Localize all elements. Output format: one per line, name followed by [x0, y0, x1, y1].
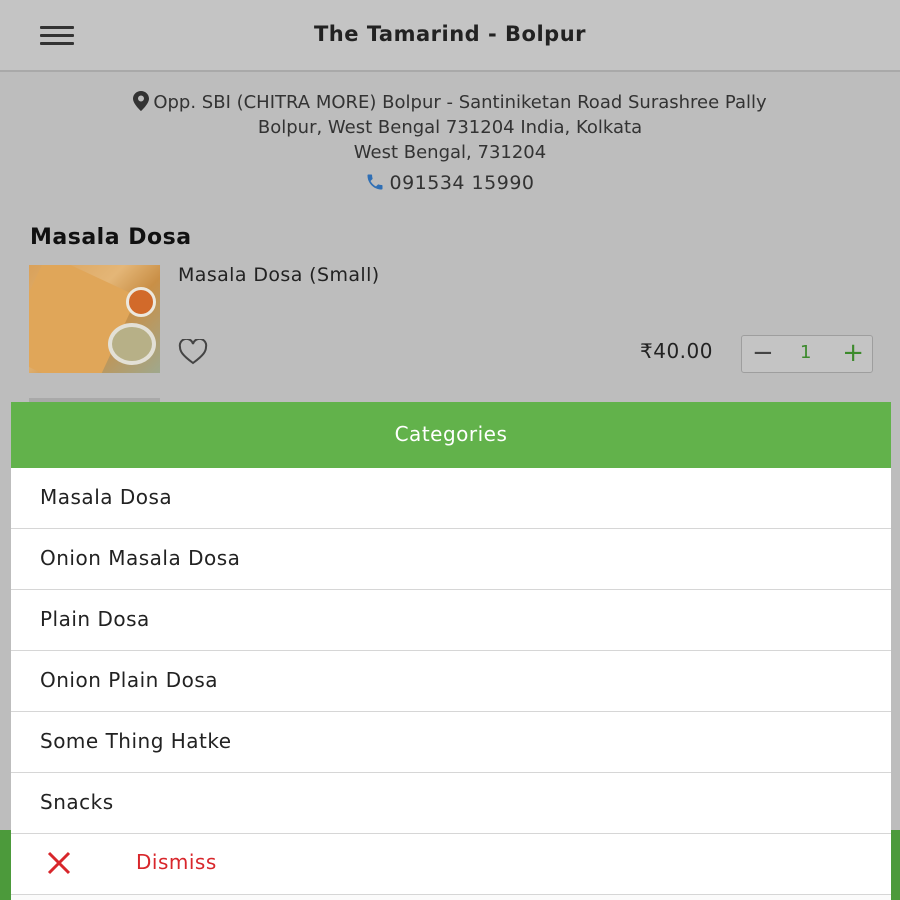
category-item-onion-plain-dosa[interactable]: Onion Plain Dosa [11, 651, 891, 712]
quantity-stepper: − 1 + [741, 335, 873, 373]
category-item-onion-masala-dosa[interactable]: Onion Masala Dosa [11, 529, 891, 590]
increment-button[interactable]: + [842, 338, 864, 368]
category-item-plain-dosa[interactable]: Plain Dosa [11, 590, 891, 651]
restaurant-phone[interactable]: 091534 15990 [0, 172, 900, 194]
favorite-heart-icon[interactable] [178, 339, 208, 365]
category-item-masala-dosa[interactable]: Masala Dosa [11, 468, 891, 529]
quantity-value: 1 [800, 342, 812, 363]
item-price: ₹40.00 [640, 339, 713, 363]
item-image [29, 265, 160, 373]
decrement-button[interactable]: − [752, 338, 774, 368]
top-app-bar: The Tamarind - Bolpur [0, 0, 900, 72]
address-line-2: Bolpur, West Bengal 731204 India, Kolkat… [257, 117, 643, 138]
address-line-3: West Bengal, 731204 [353, 142, 547, 163]
item-name: Masala Dosa (Small) [178, 264, 380, 286]
categories-header: Categories [11, 402, 891, 468]
dismiss-button[interactable]: Dismiss [11, 834, 891, 895]
section-title: Masala Dosa [30, 225, 192, 250]
cart-bar-edge-right [891, 830, 900, 900]
phone-number: 091534 15990 [389, 172, 535, 194]
categories-sheet: Categories Masala Dosa Onion Masala Dosa… [11, 402, 891, 900]
phone-icon [367, 174, 383, 190]
dismiss-label: Dismiss [136, 850, 217, 874]
close-icon [47, 851, 71, 875]
restaurant-address: Opp. SBI (CHITRA MORE) Bolpur - Santinik… [40, 90, 860, 165]
category-item-snacks[interactable]: Snacks [11, 773, 891, 834]
category-item-some-thing-hatke[interactable]: Some Thing Hatke [11, 712, 891, 773]
location-pin-icon [133, 91, 150, 111]
cart-bar-edge-left [0, 830, 11, 900]
address-line-1: Opp. SBI (CHITRA MORE) Bolpur - Santinik… [153, 92, 767, 113]
page-title: The Tamarind - Bolpur [313, 22, 586, 46]
